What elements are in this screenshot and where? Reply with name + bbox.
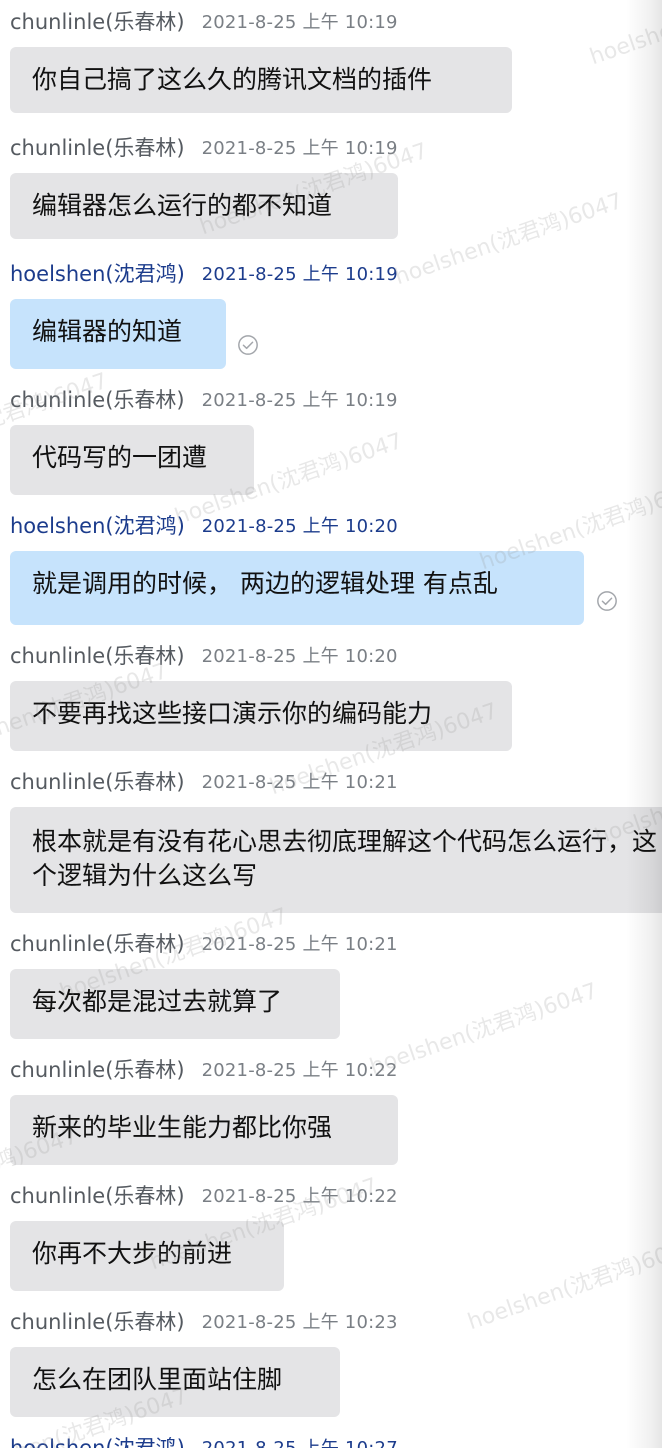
message-time: 2021-8-25 上午 10:19 (201, 138, 398, 159)
message-header: chunlinle(乐春林) 2021-8-25 上午 10:23 (10, 1306, 398, 1336)
message-header: chunlinle(乐春林) 2021-8-25 上午 10:19 (10, 132, 398, 162)
message-header: chunlinle(乐春林) 2021-8-25 上午 10:21 (10, 928, 398, 958)
message-item: chunlinle(乐春林) 2021-8-25 上午 10:20 不要再找这些… (0, 640, 662, 752)
chat-history[interactable]: chunlinle(乐春林) 2021-8-25 上午 10:19 你自己搞了这… (0, 0, 662, 1448)
check-circle-icon (597, 591, 617, 611)
message-item: hoelshen(沈君鸿) 2021-8-25 上午 10:19 编辑器的知道 (0, 258, 662, 370)
message-header: chunlinle(乐春林) 2021-8-25 上午 10:21 (10, 766, 398, 796)
message-header: chunlinle(乐春林) 2021-8-25 上午 10:19 (10, 6, 398, 36)
message-bubble[interactable]: 你自己搞了这么久的腾讯文档的插件 (10, 47, 512, 113)
message-time: 2021-8-25 上午 10:20 (201, 516, 398, 537)
message-header: chunlinle(乐春林) 2021-8-25 上午 10:22 (10, 1054, 398, 1084)
message-item: chunlinle(乐春林) 2021-8-25 上午 10:23 怎么在团队里… (0, 1306, 662, 1418)
sender-name[interactable]: chunlinle(乐春林) (10, 928, 185, 958)
message-time: 2021-8-25 上午 10:20 (201, 646, 398, 667)
message-item: chunlinle(乐春林) 2021-8-25 上午 10:22 新来的毕业生… (0, 1054, 662, 1166)
message-bubble[interactable]: 编辑器怎么运行的都不知道 (10, 173, 398, 239)
message-item: chunlinle(乐春林) 2021-8-25 上午 10:22 你再不大步的… (0, 1180, 662, 1292)
message-header: chunlinle(乐春林) 2021-8-25 上午 10:22 (10, 1180, 398, 1210)
message-header: chunlinle(乐春林) 2021-8-25 上午 10:20 (10, 640, 398, 670)
message-time: 2021-8-25 上午 10:22 (201, 1186, 398, 1207)
message-header: chunlinle(乐春林) 2021-8-25 上午 10:19 (10, 384, 398, 414)
message-time: 2021-8-25 上午 10:19 (201, 390, 398, 411)
sender-name[interactable]: hoelshen(沈君鸿) (10, 258, 185, 288)
message-bubble[interactable]: 代码写的一团遭 (10, 425, 254, 495)
message-item: chunlinle(乐春林) 2021-8-25 上午 10:19 编辑器怎么运… (0, 132, 662, 244)
sender-name[interactable]: chunlinle(乐春林) (10, 6, 185, 36)
message-time: 2021-8-25 上午 10:19 (201, 12, 398, 33)
message-bubble[interactable]: 编辑器的知道 (10, 299, 226, 369)
message-bubble[interactable]: 怎么在团队里面站住脚 (10, 1347, 340, 1417)
sender-name[interactable]: hoelshen(沈君鸿) (10, 1432, 185, 1448)
sender-name[interactable]: chunlinle(乐春林) (10, 1180, 185, 1210)
message-item: chunlinle(乐春林) 2021-8-25 上午 10:19 你自己搞了这… (0, 6, 662, 118)
message-header: hoelshen(沈君鸿) 2021-8-25 上午 10:20 (10, 510, 398, 540)
message-time: 2021-8-25 上午 10:27 (202, 1434, 398, 1448)
message-item: chunlinle(乐春林) 2021-8-25 上午 10:21 每次都是混过… (0, 928, 662, 1040)
message-bubble[interactable]: 你再不大步的前进 (10, 1221, 284, 1291)
message-time: 2021-8-25 上午 10:22 (201, 1060, 398, 1081)
sender-name[interactable]: chunlinle(乐春林) (10, 640, 185, 670)
message-bubble[interactable]: 就是调用的时候， 两边的逻辑处理 有点乱 (10, 551, 584, 625)
message-bubble[interactable]: 每次都是混过去就算了 (10, 969, 340, 1039)
message-bubble[interactable]: 根本就是有没有花心思去彻底理解这个代码怎么运行，这个逻辑为什么这么写 (10, 807, 662, 913)
message-item: chunlinle(乐春林) 2021-8-25 上午 10:19 代码写的一团… (0, 384, 662, 496)
message-item: chunlinle(乐春林) 2021-8-25 上午 10:21 根本就是有没… (0, 766, 662, 916)
message-time: 2021-8-25 上午 10:21 (201, 772, 398, 793)
message-item: hoelshen(沈君鸿) 2021-8-25 上午 10:27 (0, 1432, 662, 1448)
sender-name[interactable]: hoelshen(沈君鸿) (10, 510, 185, 540)
message-time: 2021-8-25 上午 10:23 (201, 1312, 398, 1333)
message-item: hoelshen(沈君鸿) 2021-8-25 上午 10:20 就是调用的时候… (0, 510, 662, 626)
message-header: hoelshen(沈君鸿) 2021-8-25 上午 10:27 (10, 1432, 398, 1448)
message-bubble[interactable]: 新来的毕业生能力都比你强 (10, 1095, 398, 1165)
sender-name[interactable]: chunlinle(乐春林) (10, 1054, 185, 1084)
sender-name[interactable]: chunlinle(乐春林) (10, 384, 185, 414)
sender-name[interactable]: chunlinle(乐春林) (10, 766, 185, 796)
sender-name[interactable]: chunlinle(乐春林) (10, 1306, 185, 1336)
message-time: 2021-8-25 上午 10:21 (201, 934, 398, 955)
check-circle-icon (238, 335, 258, 355)
message-time: 2021-8-25 上午 10:19 (201, 264, 398, 285)
sender-name[interactable]: chunlinle(乐春林) (10, 132, 185, 162)
message-bubble[interactable]: 不要再找这些接口演示你的编码能力 (10, 681, 512, 751)
message-header: hoelshen(沈君鸿) 2021-8-25 上午 10:19 (10, 258, 398, 288)
